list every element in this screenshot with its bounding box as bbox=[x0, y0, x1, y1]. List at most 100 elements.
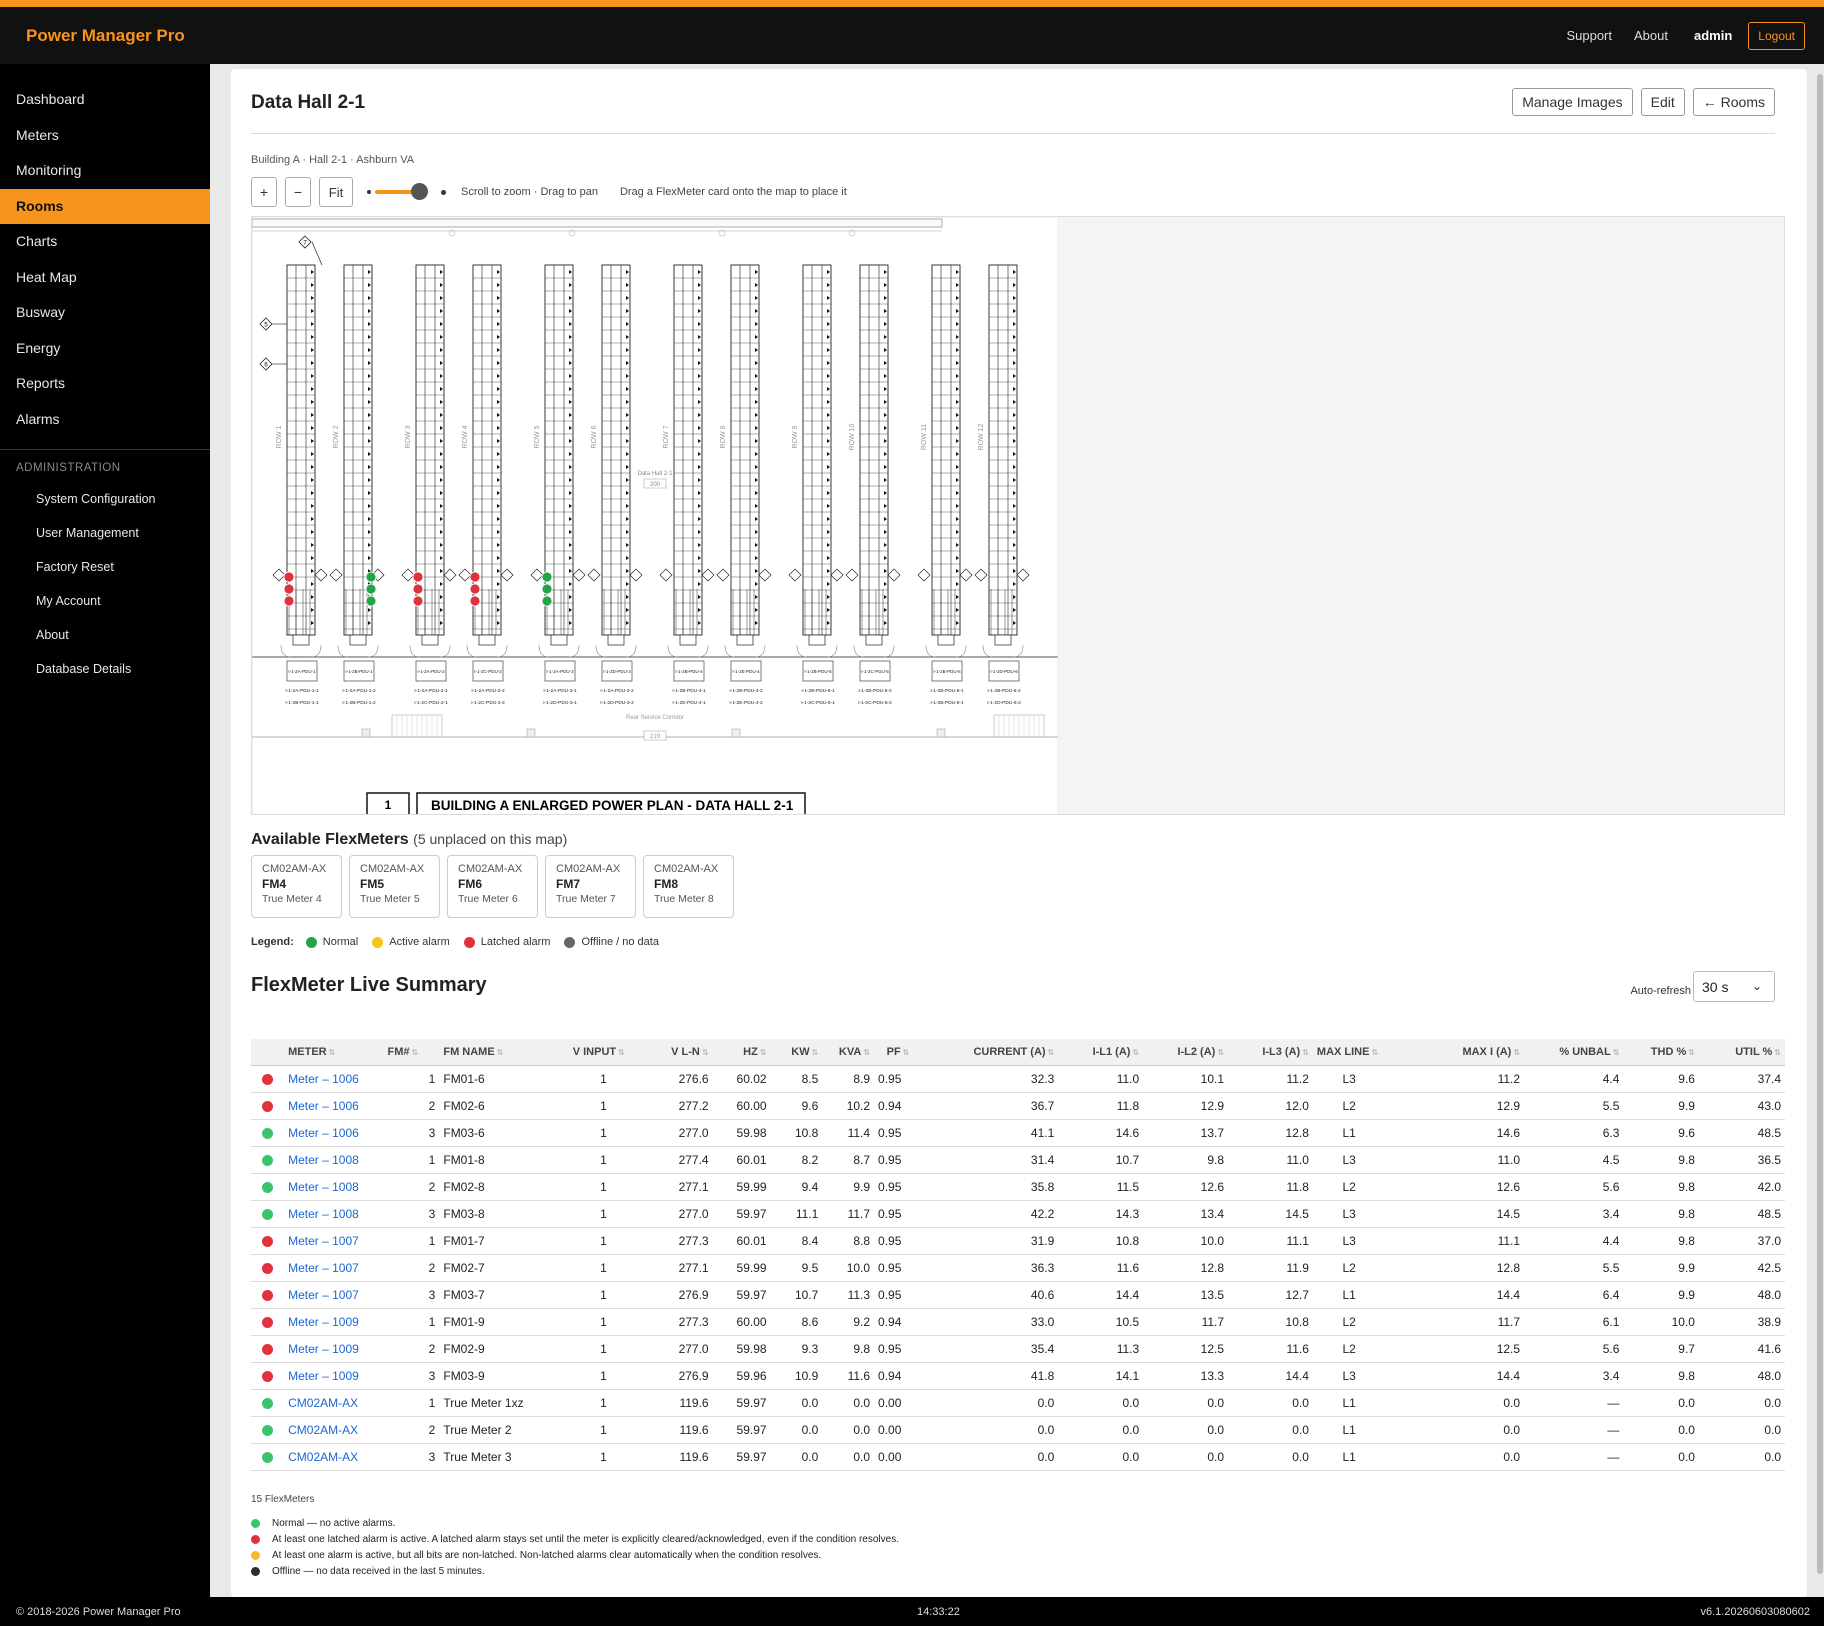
flexmeter-card[interactable]: CM02AM-AX FM8 True Meter 8 bbox=[643, 855, 734, 918]
manage-images-button[interactable]: Manage Images bbox=[1512, 88, 1633, 116]
cell-name: FM01-7 bbox=[439, 1227, 569, 1255]
placed-meter[interactable] bbox=[541, 571, 553, 607]
placed-meter[interactable] bbox=[469, 571, 481, 607]
column-header[interactable]: I-L3 (A) ⇅ bbox=[1228, 1039, 1313, 1066]
sidebar-item-reports[interactable]: Reports bbox=[0, 366, 210, 402]
column-header-label: HZ bbox=[743, 1045, 758, 1058]
meter-link[interactable]: Meter – 1008 bbox=[288, 1153, 359, 1167]
pdu-feed-a: I-1-2B-PDU-4-2 bbox=[729, 688, 763, 694]
edit-button[interactable]: Edit bbox=[1640, 88, 1685, 116]
sidebar-item-energy[interactable]: Energy bbox=[0, 331, 210, 367]
meter-link[interactable]: Meter – 1007 bbox=[288, 1288, 359, 1302]
placed-meter[interactable] bbox=[283, 571, 295, 607]
sidebar-item-monitoring[interactable]: Monitoring bbox=[0, 153, 210, 189]
sidebar-item-rooms[interactable]: Rooms bbox=[0, 188, 210, 224]
logout-button[interactable]: Logout bbox=[1748, 21, 1805, 50]
back-to-rooms-button[interactable]: ← Rooms bbox=[1692, 88, 1775, 116]
meter-link[interactable]: Meter – 1007 bbox=[288, 1234, 359, 1248]
cell-maxi: 0.0 bbox=[1385, 1416, 1525, 1444]
zoom-in-button[interactable]: + bbox=[251, 177, 277, 207]
placed-meter[interactable] bbox=[365, 571, 377, 607]
sidebar-item-dashboard[interactable]: Dashboard bbox=[0, 82, 210, 118]
status-cell bbox=[251, 1092, 285, 1120]
flexmeter-card[interactable]: CM02AM-AX FM7 True Meter 7 bbox=[545, 855, 636, 918]
admin-item-factory-reset[interactable]: Factory Reset bbox=[0, 550, 210, 584]
app-title[interactable]: Power Manager Pro bbox=[26, 26, 185, 46]
admin-item-user-management[interactable]: User Management bbox=[0, 516, 210, 550]
zoom-slider[interactable] bbox=[367, 177, 447, 207]
sidebar-item-alarms[interactable]: Alarms bbox=[0, 402, 210, 438]
meter-link[interactable]: Meter – 1009 bbox=[288, 1369, 359, 1383]
column-header[interactable]: I-L2 (A) ⇅ bbox=[1143, 1039, 1229, 1066]
sidebar-item-meters[interactable]: Meters bbox=[0, 118, 210, 154]
page-scrollbar[interactable] bbox=[1816, 64, 1824, 1597]
meter-link[interactable]: Meter – 1008 bbox=[288, 1180, 359, 1194]
meter-link[interactable]: Meter – 1007 bbox=[288, 1261, 359, 1275]
placed-meter[interactable] bbox=[412, 571, 424, 607]
meter-link[interactable]: Meter – 1006 bbox=[288, 1126, 359, 1140]
cell-maxline: L3 bbox=[1312, 1227, 1386, 1255]
cell-kva: 0.0 bbox=[822, 1416, 875, 1444]
fit-button[interactable]: Fit bbox=[319, 177, 353, 207]
meter-link[interactable]: CM02AM-AX bbox=[288, 1450, 358, 1464]
column-header-label: I-L3 (A) bbox=[1262, 1045, 1301, 1058]
column-header[interactable]: KW ⇅ bbox=[770, 1039, 823, 1066]
meter-link[interactable]: CM02AM-AX bbox=[288, 1396, 358, 1410]
floor-plan-drawing[interactable]: 756 ROW 1I-1-2A-PDU-1I-1-2A-PDU-1-1I-1-2… bbox=[252, 217, 1059, 815]
current-user[interactable]: admin bbox=[1694, 28, 1732, 43]
column-header[interactable]: THD % ⇅ bbox=[1623, 1039, 1699, 1066]
flexmeter-card[interactable]: CM02AM-AX FM6 True Meter 6 bbox=[447, 855, 538, 918]
cell-kva: 9.8 bbox=[822, 1335, 875, 1363]
room-label: Data Hall 2-1 bbox=[637, 471, 673, 477]
sidebar-item-busway[interactable]: Busway bbox=[0, 295, 210, 331]
meter-link[interactable]: Meter – 1008 bbox=[288, 1207, 359, 1221]
column-header[interactable]: I-L1 (A) ⇅ bbox=[1058, 1039, 1144, 1066]
column-header[interactable]: PF ⇅ bbox=[874, 1039, 914, 1066]
meter-link[interactable]: Meter – 1006 bbox=[288, 1072, 359, 1086]
cell-util: 38.9 bbox=[1698, 1308, 1785, 1336]
card-name: FM6 bbox=[458, 877, 482, 891]
column-header[interactable]: V L-N ⇅ bbox=[638, 1039, 713, 1066]
column-header[interactable]: KVA ⇅ bbox=[822, 1039, 875, 1066]
meter-cell: Meter – 1006 bbox=[284, 1119, 384, 1147]
meter-link[interactable]: Meter – 1006 bbox=[288, 1099, 359, 1113]
column-header[interactable]: MAX I (A) ⇅ bbox=[1385, 1039, 1525, 1066]
column-header[interactable]: FM# ⇅ bbox=[383, 1039, 440, 1066]
meter-link[interactable]: Meter – 1009 bbox=[288, 1342, 359, 1356]
flexmeter-card[interactable]: CM02AM-AX FM5 True Meter 5 bbox=[349, 855, 440, 918]
cell-maxi: 12.6 bbox=[1385, 1173, 1525, 1201]
column-header[interactable]: METER ⇅ bbox=[284, 1039, 384, 1066]
column-header[interactable]: CURRENT (A) ⇅ bbox=[913, 1039, 1059, 1066]
flexmeter-cards: CM02AM-AX FM4 True Meter 4 CM02AM-AX FM5 True… bbox=[251, 855, 734, 918]
column-header[interactable]: MAX LINE ⇅ bbox=[1312, 1039, 1386, 1066]
column-header[interactable]: UTIL % ⇅ bbox=[1698, 1039, 1785, 1066]
column-header[interactable]: % UNBAL ⇅ bbox=[1524, 1039, 1624, 1066]
auto-refresh-select[interactable]: 30 s ⌄ bbox=[1693, 971, 1775, 1002]
zoom-slider-handle[interactable] bbox=[411, 183, 428, 200]
floor-plan-map[interactable]: 756 ROW 1 I-1-2A-PDU-1 I-1-2A-PDU-1-1 I-1-2… bbox=[251, 216, 1785, 815]
column-header[interactable]: HZ ⇅ bbox=[712, 1039, 771, 1066]
admin-item-my-account[interactable]: My Account bbox=[0, 584, 210, 618]
sidebar-item-charts[interactable]: Charts bbox=[0, 224, 210, 260]
plan-title: BUILDING A ENLARGED POWER PLAN - DATA HA… bbox=[431, 798, 794, 813]
cell-kw: 8.5 bbox=[770, 1065, 823, 1093]
cell-name: FM03-9 bbox=[439, 1362, 569, 1390]
support-link[interactable]: Support bbox=[1566, 28, 1612, 43]
meter-cell: Meter – 1006 bbox=[284, 1092, 384, 1120]
column-header[interactable]: FM NAME ⇅ bbox=[439, 1039, 569, 1066]
admin-section-header: ADMINISTRATION bbox=[16, 462, 121, 474]
admin-item-database-details[interactable]: Database Details bbox=[0, 652, 210, 686]
column-header-label: V L-N bbox=[671, 1045, 700, 1058]
meter-link[interactable]: Meter – 1009 bbox=[288, 1315, 359, 1329]
cell-cur: 32.3 bbox=[913, 1065, 1059, 1093]
zoom-out-button[interactable]: − bbox=[285, 177, 311, 207]
sidebar-item-heat-map[interactable]: Heat Map bbox=[0, 260, 210, 296]
about-link[interactable]: About bbox=[1634, 28, 1668, 43]
flexmeter-card[interactable]: CM02AM-AX FM4 True Meter 4 bbox=[251, 855, 342, 918]
meter-link[interactable]: CM02AM-AX bbox=[288, 1423, 358, 1437]
rack-row: ROW 3 I-1-2A-PDU-2 I-1-2A-PDU-2-1 I-1-2C-PD… bbox=[401, 264, 457, 706]
scrollbar-thumb[interactable] bbox=[1817, 74, 1823, 1574]
column-header[interactable]: V INPUT ⇅ bbox=[568, 1039, 639, 1066]
admin-item-system-configuration[interactable]: System Configuration bbox=[0, 482, 210, 516]
admin-item-about[interactable]: About bbox=[0, 618, 210, 652]
